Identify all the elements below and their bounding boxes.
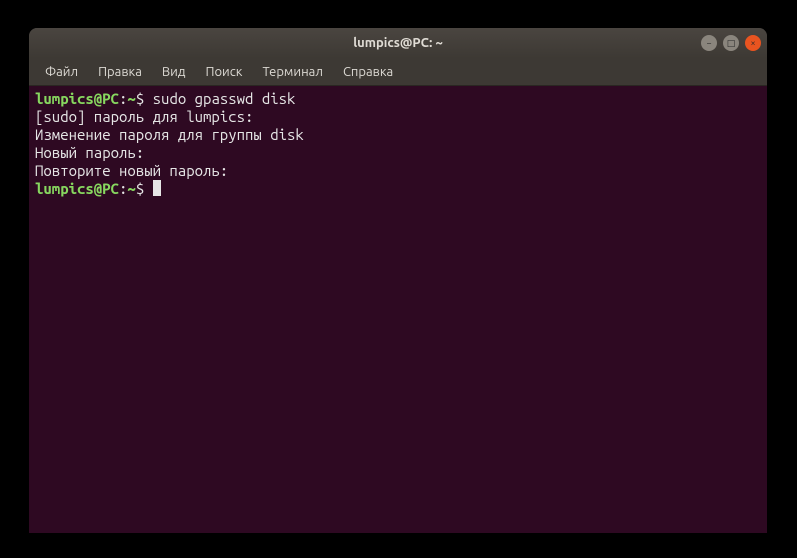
menu-file[interactable]: Файл — [35, 61, 88, 83]
terminal-line: [sudo] пароль для lumpics: — [35, 108, 761, 126]
terminal-line: lumpics@PC:~$ — [35, 180, 761, 198]
menu-edit[interactable]: Правка — [88, 61, 152, 83]
terminal-window: lumpics@PC: ~ − □ × Файл Правка Вид Поис… — [29, 28, 767, 533]
prompt-user: lumpics@PC — [35, 180, 119, 197]
terminal-line: Новый пароль: — [35, 144, 761, 162]
minimize-button[interactable]: − — [701, 35, 717, 51]
prompt-dollar: $ — [136, 180, 144, 197]
output-text: Изменение пароля для группы disk — [35, 126, 304, 143]
window-title: lumpics@PC: ~ — [353, 36, 443, 50]
titlebar[interactable]: lumpics@PC: ~ − □ × — [29, 28, 767, 58]
output-text: Повторите новый пароль: — [35, 162, 228, 179]
close-icon: × — [750, 38, 755, 48]
command-text: sudo gpasswd disk — [153, 90, 296, 107]
terminal-body[interactable]: lumpics@PC:~$ sudo gpasswd disk [sudo] п… — [29, 86, 767, 533]
terminal-line: lumpics@PC:~$ sudo gpasswd disk — [35, 90, 761, 108]
terminal-line: Повторите новый пароль: — [35, 162, 761, 180]
prompt-path: ~ — [127, 180, 135, 197]
menu-view[interactable]: Вид — [152, 61, 196, 83]
terminal-line: Изменение пароля для группы disk — [35, 126, 761, 144]
prompt-user: lumpics@PC — [35, 90, 119, 107]
cursor-icon — [153, 180, 161, 196]
menu-search[interactable]: Поиск — [195, 61, 252, 83]
prompt-path: ~ — [127, 90, 135, 107]
maximize-button[interactable]: □ — [723, 35, 739, 51]
output-text: [sudo] пароль для lumpics: — [35, 108, 253, 125]
close-button[interactable]: × — [745, 35, 761, 51]
maximize-icon: □ — [727, 38, 736, 49]
minimize-icon: − — [706, 38, 711, 48]
output-text: Новый пароль: — [35, 144, 144, 161]
menu-terminal[interactable]: Терминал — [252, 61, 332, 83]
menubar: Файл Правка Вид Поиск Терминал Справка — [29, 58, 767, 86]
window-controls: − □ × — [701, 35, 761, 51]
menu-help[interactable]: Справка — [333, 61, 403, 83]
prompt-dollar: $ — [136, 90, 144, 107]
